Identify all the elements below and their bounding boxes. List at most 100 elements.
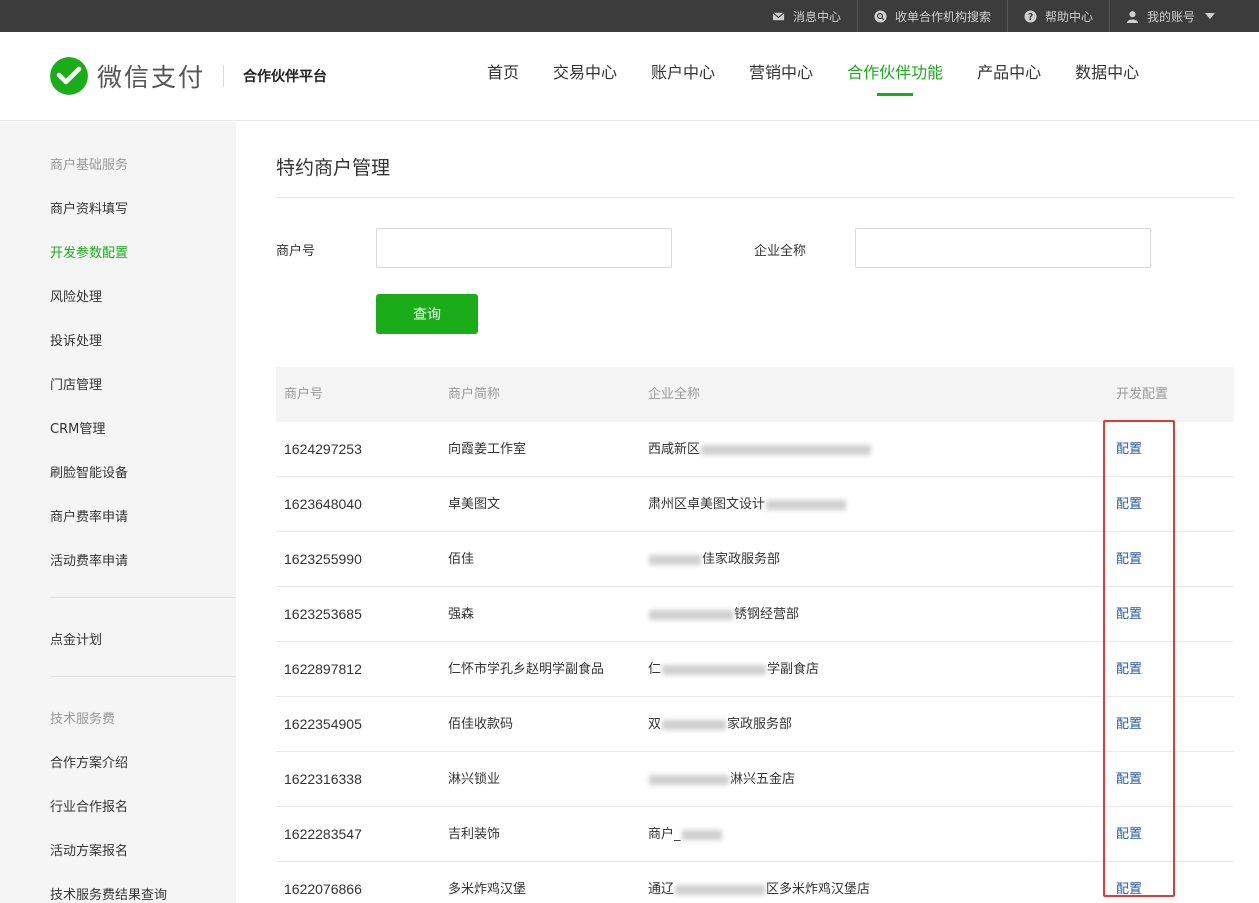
redacted-text <box>662 719 727 730</box>
nav-account-center[interactable]: 账户中心 <box>634 32 732 121</box>
redacted-text <box>675 884 766 895</box>
query-button[interactable]: 查询 <box>376 294 478 334</box>
merchant-no-cell: 1622316338 <box>284 771 362 787</box>
company-name-visible: 双 <box>648 717 662 732</box>
company-name-visible: 商户_ <box>648 827 681 842</box>
company-name-cell: 佳家政服务部 <box>648 532 780 587</box>
merchant-no-cell: 1623255990 <box>284 551 362 567</box>
my-account-label: 我的账号 <box>1146 9 1195 24</box>
nav-data-center[interactable]: 数据中心 <box>1058 32 1156 121</box>
table-row: 1622897812 仁怀市学孔乡赵明学副食品 仁 学副食店 配置 <box>276 642 1234 697</box>
search-circle-icon <box>874 9 887 23</box>
page-title: 特约商户管理 <box>276 157 391 179</box>
company-name-visible: 佳家政服务部 <box>702 552 781 567</box>
wechat-pay-logo-icon <box>50 57 88 95</box>
short-name-cell: 吉利装饰 <box>448 827 501 842</box>
sidebar-item-crm[interactable]: CRM管理 <box>50 418 105 437</box>
table-row: 1623648040 卓美图文 肃州区卓美图文设计 配置 <box>276 477 1234 532</box>
sidebar-divider <box>50 676 236 677</box>
redacted-text <box>681 829 722 840</box>
logo[interactable]: 微信支付 合作伙伴平台 <box>50 57 327 95</box>
company-name-visible: 区多米炸鸡汉堡店 <box>766 882 871 897</box>
short-name-cell: 多米炸鸡汉堡 <box>448 882 527 897</box>
header: 微信支付 合作伙伴平台 首页 交易中心 账户中心 营销中心 合作伙伴功能 产品中… <box>0 32 1259 121</box>
config-link[interactable]: 配置 <box>1116 587 1142 642</box>
top-bar: 消息中心 收单合作机构搜索 ? 帮助中心 我的账号 <box>0 0 1259 32</box>
sidebar-item-merchant-info[interactable]: 商户资料填写 <box>50 198 128 217</box>
sidebar-item-industry-signup[interactable]: 行业合作报名 <box>50 796 128 815</box>
table-header: 商户号 商户简称 企业全称 开发配置 <box>276 367 1234 422</box>
redacted-text <box>766 499 847 510</box>
company-name-visible: 通辽 <box>648 882 675 897</box>
merchant-no-label: 商户号 <box>276 244 316 259</box>
sidebar-item-gold-plan[interactable]: 点金计划 <box>50 629 102 648</box>
nav-partner-functions[interactable]: 合作伙伴功能 <box>830 32 960 121</box>
platform-name: 合作伙伴平台 <box>243 69 328 85</box>
merchant-no-cell: 1622897812 <box>284 661 362 677</box>
nav-marketing-center[interactable]: 营销中心 <box>732 32 830 121</box>
my-account-link[interactable]: 我的账号 <box>1108 0 1231 32</box>
nav-home[interactable]: 首页 <box>470 32 536 121</box>
nav-product-center[interactable]: 产品中心 <box>960 32 1058 121</box>
sidebar-divider <box>50 597 236 598</box>
col-header-dev-config: 开发配置 <box>1116 387 1169 402</box>
sidebar-item-complaint[interactable]: 投诉处理 <box>50 330 102 349</box>
redacted-text <box>649 609 733 620</box>
sidebar-item-risk[interactable]: 风险处理 <box>50 286 102 305</box>
table-row: 1622283547 吉利装饰 商户_ 配置 <box>276 807 1234 862</box>
merchant-no-input[interactable] <box>376 228 672 268</box>
mail-icon <box>772 11 785 20</box>
config-link[interactable]: 配置 <box>1116 862 1142 903</box>
company-name-cell: 西咸新区 <box>648 422 872 477</box>
redacted-text <box>649 554 701 565</box>
merchant-no-cell: 1622354905 <box>284 716 362 732</box>
short-name-cell: 仁怀市学孔乡赵明学副食品 <box>448 662 605 677</box>
col-header-company-name: 企业全称 <box>648 387 701 402</box>
redacted-text <box>701 444 872 455</box>
help-center-link[interactable]: ? 帮助中心 <box>1006 0 1109 32</box>
sidebar-item-dev-config[interactable]: 开发参数配置 <box>50 242 128 261</box>
table-row: 1624297253 向霞姜工作室 西咸新区 配置 <box>276 422 1234 477</box>
short-name-cell: 向霞姜工作室 <box>448 442 527 457</box>
sidebar-item-face-device[interactable]: 刷脸智能设备 <box>50 462 128 481</box>
sidebar-group-merchant-basic: 商户基础服务 <box>50 158 129 173</box>
institution-search-label: 收单合作机构搜索 <box>894 9 991 24</box>
sidebar-group-tech-fee: 技术服务费 <box>50 712 116 727</box>
merchant-no-cell: 1622076866 <box>284 881 362 897</box>
config-link[interactable]: 配置 <box>1116 697 1142 752</box>
config-link[interactable]: 配置 <box>1116 642 1142 697</box>
company-name-visible: 锈钢经营部 <box>734 607 800 622</box>
company-name-cell: 锈钢经营部 <box>648 587 799 642</box>
company-name-input[interactable] <box>855 228 1151 268</box>
merchant-no-cell: 1623253685 <box>284 606 362 622</box>
sidebar-item-fee-result[interactable]: 技术服务费结果查询 <box>50 884 167 903</box>
table-row: 1622076866 多米炸鸡汉堡 通辽 区多米炸鸡汉堡店 配置 <box>276 862 1234 903</box>
nav-trade-center[interactable]: 交易中心 <box>536 32 634 121</box>
logo-divider <box>223 65 225 87</box>
company-name-visible: 学副食店 <box>767 662 820 677</box>
merchant-no-cell: 1622283547 <box>284 826 362 842</box>
sidebar-item-activity-signup[interactable]: 活动方案报名 <box>50 840 128 859</box>
institution-search-link[interactable]: 收单合作机构搜索 <box>856 0 1007 32</box>
company-name-cell: 肃州区卓美图文设计 <box>648 477 847 532</box>
company-name-visible: 肃州区卓美图文设计 <box>648 497 766 512</box>
sidebar-item-plan-intro[interactable]: 合作方案介绍 <box>50 752 128 771</box>
sidebar-item-rate-apply[interactable]: 商户费率申请 <box>50 506 128 525</box>
svg-text:?: ? <box>1028 11 1033 22</box>
company-name-cell: 双 家政服务部 <box>648 697 792 752</box>
config-link[interactable]: 配置 <box>1116 532 1142 587</box>
config-link[interactable]: 配置 <box>1116 807 1142 862</box>
logo-text: 微信支付 <box>97 63 206 92</box>
redacted-text <box>649 774 729 785</box>
table-row: 1623253685 强森 锈钢经营部 配置 <box>276 587 1234 642</box>
config-link[interactable]: 配置 <box>1116 752 1142 807</box>
sidebar-item-activity-rate[interactable]: 活动费率申请 <box>50 550 128 569</box>
message-center-link[interactable]: 消息中心 <box>756 0 857 32</box>
config-link[interactable]: 配置 <box>1116 422 1142 477</box>
company-name-visible: 仁 <box>648 662 662 677</box>
title-divider <box>276 197 1234 198</box>
config-link[interactable]: 配置 <box>1116 477 1142 532</box>
sidebar-item-store[interactable]: 门店管理 <box>50 374 102 393</box>
company-name-label: 企业全称 <box>754 244 807 259</box>
main-nav: 首页 交易中心 账户中心 营销中心 合作伙伴功能 产品中心 数据中心 <box>470 32 1156 121</box>
